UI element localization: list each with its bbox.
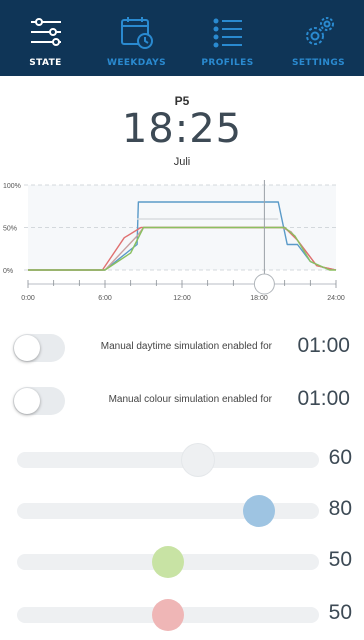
red-slider-value: 50 xyxy=(328,601,352,624)
time-cursor-handle[interactable] xyxy=(253,273,275,295)
sliders-icon xyxy=(30,18,61,46)
daytime-simulation-toggle[interactable] xyxy=(13,334,65,362)
colour-simulation-duration[interactable]: 01:00 xyxy=(297,387,350,411)
slider-row-2: 50 xyxy=(0,540,364,580)
toggle-knob xyxy=(14,335,40,361)
list-icon xyxy=(213,18,242,48)
blue-slider-value: 80 xyxy=(328,497,352,520)
x-tick-label: 18:00 xyxy=(250,295,268,302)
light-profile-chart[interactable]: 100% 50% 0% 0:00 6:00 12:00 18:00 24:00 xyxy=(0,178,364,308)
blue-slider-track[interactable] xyxy=(17,495,319,527)
current-time: 18:25 xyxy=(121,106,243,152)
red-slider-track[interactable] xyxy=(17,599,319,631)
slider-row-3: 50 xyxy=(0,593,364,633)
daytime-simulation-row: Manual daytime simulation enabled for 01… xyxy=(0,330,364,366)
red-slider-thumb[interactable] xyxy=(152,599,184,631)
gears-icon xyxy=(305,17,334,45)
green-slider-track[interactable] xyxy=(17,546,319,578)
toggle-knob xyxy=(14,388,40,414)
daytime-simulation-label: Manual daytime simulation enabled for xyxy=(100,341,272,352)
channel-slider-track[interactable] xyxy=(17,444,319,476)
blue-slider-thumb[interactable] xyxy=(242,495,275,527)
daytime-simulation-duration[interactable]: 01:00 xyxy=(297,334,350,358)
colour-simulation-label: Manual colour simulation enabled for xyxy=(108,394,272,405)
tab-profiles[interactable]: PROFILES xyxy=(182,0,273,76)
tab-weekdays-label: WEEKDAYS xyxy=(107,58,166,68)
x-tick-label: 6:00 xyxy=(98,295,112,302)
green-slider-value: 50 xyxy=(328,548,352,571)
tab-weekdays[interactable]: WEEKDAYS xyxy=(91,0,182,76)
x-tick-label: 12:00 xyxy=(173,295,191,302)
current-month: Juli xyxy=(173,156,191,168)
x-tick-label: 24:00 xyxy=(327,295,345,302)
slider-row-1: 80 xyxy=(0,489,364,529)
x-tick-label: 0:00 xyxy=(21,295,35,302)
colour-simulation-row: Manual colour simulation enabled for 01:… xyxy=(0,383,364,419)
channel-slider-value: 60 xyxy=(328,446,352,469)
tab-settings[interactable]: SETTINGS xyxy=(273,0,364,76)
tab-profiles-label: PROFILES xyxy=(201,58,254,68)
colour-simulation-toggle[interactable] xyxy=(13,387,65,415)
calendar-clock-icon xyxy=(120,17,153,49)
tab-state-label: STATE xyxy=(29,58,62,68)
green-slider-thumb[interactable] xyxy=(152,546,184,578)
channel-slider-thumb[interactable] xyxy=(182,444,215,476)
y-tick-label: 50% xyxy=(3,226,17,233)
tab-settings-label: SETTINGS xyxy=(291,58,346,68)
slider-row-0: 60 xyxy=(0,438,364,478)
y-tick-label: 0% xyxy=(3,268,13,275)
y-tick-label: 100% xyxy=(3,183,21,190)
top-nav: STATE WEEKDAYS PROFILES SETTINGS xyxy=(0,0,364,76)
tab-state[interactable]: STATE xyxy=(0,0,91,76)
